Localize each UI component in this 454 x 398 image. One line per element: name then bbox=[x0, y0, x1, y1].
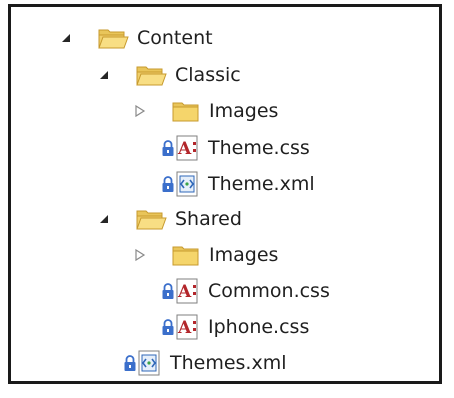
lock-icon bbox=[123, 354, 137, 372]
tree-node-shared[interactable]: Shared bbox=[97, 202, 242, 236]
css-file-icon: A bbox=[176, 278, 200, 304]
folder-closed-icon bbox=[171, 99, 201, 123]
svg-text:A: A bbox=[177, 282, 192, 302]
tree-node-content[interactable]: Content bbox=[59, 21, 213, 55]
folder-open-icon bbox=[97, 26, 129, 50]
folder-open-icon bbox=[135, 207, 167, 231]
folder-open-icon bbox=[135, 63, 167, 87]
collapsed-triangle-icon[interactable] bbox=[133, 104, 147, 118]
tree-node-label: Shared bbox=[175, 208, 242, 230]
tree-node-label: Content bbox=[137, 27, 213, 49]
tree-node-label: Classic bbox=[175, 64, 241, 86]
expanded-triangle-icon[interactable] bbox=[59, 31, 73, 45]
lock-icon bbox=[161, 318, 175, 336]
xml-file-icon bbox=[138, 350, 162, 376]
lock-icon bbox=[161, 282, 175, 300]
svg-text:A: A bbox=[177, 139, 192, 159]
solution-explorer-tree-panel: Content Classic Images A Theme.css Theme… bbox=[8, 4, 442, 384]
lock-icon bbox=[161, 175, 175, 193]
tree-node-shared-images[interactable]: Images bbox=[133, 238, 278, 272]
tree-node-label: Theme.xml bbox=[208, 173, 315, 195]
tree-node-label: Images bbox=[209, 244, 279, 266]
tree-node-iphone-css[interactable]: A Iphone.css bbox=[161, 310, 309, 344]
collapsed-triangle-icon[interactable] bbox=[133, 248, 147, 262]
tree-node-theme-css[interactable]: A Theme.css bbox=[161, 131, 310, 165]
css-file-icon: A bbox=[176, 135, 200, 161]
expanded-triangle-icon[interactable] bbox=[97, 212, 111, 226]
file-tree: Content Classic Images A Theme.css Theme… bbox=[11, 7, 439, 381]
folder-closed-icon bbox=[171, 243, 201, 267]
tree-node-label: Themes.xml bbox=[170, 352, 287, 374]
tree-node-classic-images[interactable]: Images bbox=[133, 94, 278, 128]
tree-node-common-css[interactable]: A Common.css bbox=[161, 274, 330, 308]
lock-icon bbox=[161, 139, 175, 157]
tree-node-classic[interactable]: Classic bbox=[97, 58, 241, 92]
xml-file-icon bbox=[176, 171, 200, 197]
tree-node-themes-xml[interactable]: Themes.xml bbox=[123, 346, 287, 380]
tree-node-theme-xml[interactable]: Theme.xml bbox=[161, 167, 315, 201]
tree-node-label: Common.css bbox=[208, 280, 330, 302]
css-file-icon: A bbox=[176, 314, 200, 340]
tree-node-label: Iphone.css bbox=[208, 316, 310, 338]
expanded-triangle-icon[interactable] bbox=[97, 68, 111, 82]
tree-node-label: Images bbox=[209, 100, 279, 122]
svg-text:A: A bbox=[177, 318, 192, 338]
tree-node-label: Theme.css bbox=[208, 137, 310, 159]
